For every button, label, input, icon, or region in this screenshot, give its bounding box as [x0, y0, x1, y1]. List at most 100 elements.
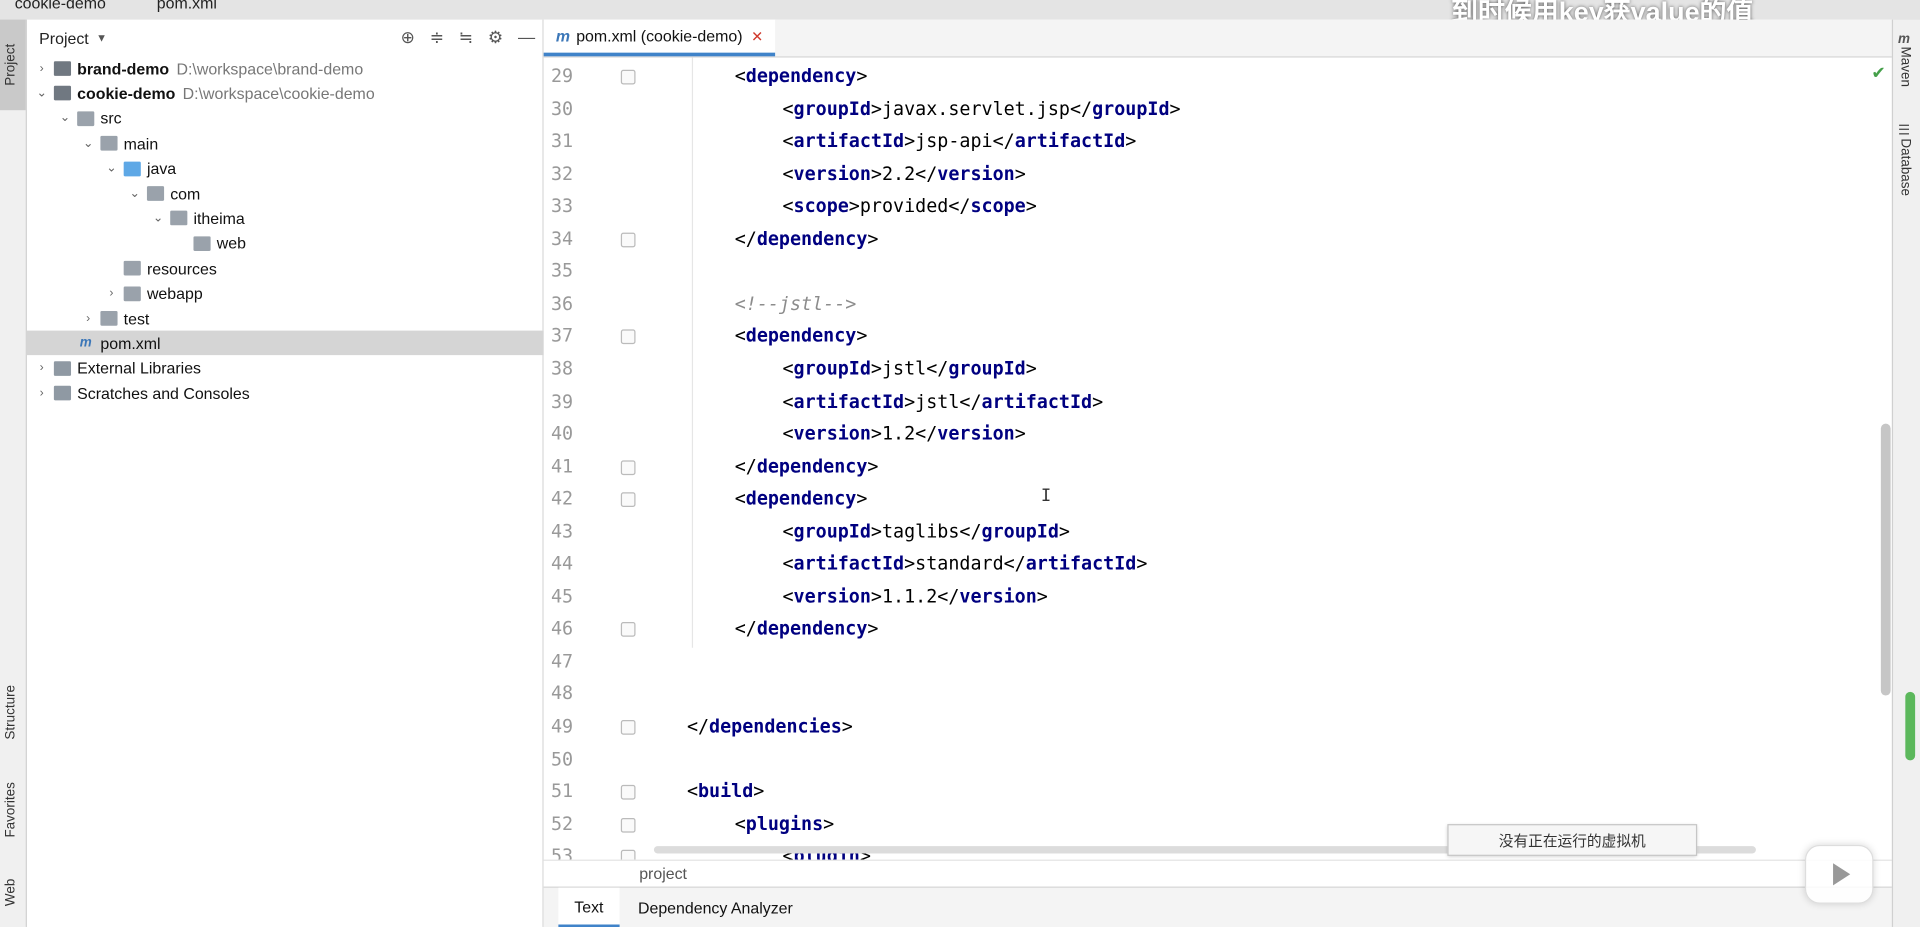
chevron-right-icon[interactable]: › [34, 387, 49, 400]
xml-tag-name: version [937, 162, 1015, 185]
xml-text: < [782, 520, 794, 543]
fold-marker-icon[interactable] [620, 459, 636, 475]
chevron-right-icon[interactable]: › [34, 362, 49, 375]
xml-text: > [856, 487, 868, 510]
tree-item-resources[interactable]: resources [27, 256, 620, 280]
xml-tag-name: groupId [1092, 97, 1170, 120]
code-line: <version>2.2</version> [782, 162, 1025, 186]
fold-marker-icon[interactable] [620, 329, 636, 345]
line-number: 50 [550, 747, 574, 770]
xml-text: > [1092, 390, 1104, 413]
editor-gutter: 29 30 31 32 33 34 35 36 37 38 39 40 41 42 43 44 45 46 47 48… [544, 58, 636, 872]
chevron-down-icon[interactable]: ⌄ [34, 87, 49, 100]
xml-text: < [782, 422, 794, 445]
tree-item-brand-demo[interactable]: › brand-demo D:\workspace\brand-demo [27, 56, 550, 80]
database-tool-tab[interactable]: ☰ Database [1897, 122, 1920, 196]
project-panel-header: Project ▼ ⊕ ≑ ≒ ⚙ — [27, 20, 543, 57]
maven-file-icon: m [555, 26, 571, 46]
tree-item-scratches-and-consoles[interactable]: › Scratches and Consoles [27, 381, 550, 405]
code-line: <groupId>taglibs</groupId> [782, 520, 1070, 544]
close-icon[interactable]: ✕ [751, 28, 763, 45]
gear-icon[interactable]: ⚙ [488, 28, 503, 45]
chevron-down-icon[interactable]: ⌄ [104, 162, 119, 175]
structure-tool-tab[interactable]: Structure [0, 656, 26, 744]
tree-item-external-libraries[interactable]: › External Libraries [27, 356, 550, 380]
project-view-selector[interactable]: Project [39, 29, 89, 47]
xml-tag-name: dependency [756, 227, 868, 250]
fold-marker-icon[interactable] [620, 232, 636, 248]
fold-marker-icon[interactable] [620, 817, 636, 833]
text-cursor: I [1040, 486, 1052, 506]
inspection-ok-icon[interactable]: ✔ [1871, 64, 1885, 84]
xml-tag-name: dependency [745, 324, 857, 348]
tree-item-main[interactable]: ⌄ main [27, 131, 596, 155]
breadcrumb-file[interactable]: pom.xml [157, 0, 217, 12]
xml-text: >jstl</ [904, 390, 982, 413]
line-number: 47 [550, 650, 574, 673]
chevron-down-icon[interactable]: ⌄ [127, 187, 142, 200]
xml-tag-name: plugins [745, 812, 824, 835]
xml-text: < [782, 162, 794, 185]
tree-item-java[interactable]: ⌄ java [27, 156, 620, 180]
target-icon[interactable]: ⊕ [401, 28, 415, 45]
xml-breadcrumb-project[interactable]: project [639, 864, 687, 882]
fold-marker-icon[interactable] [620, 69, 636, 85]
editor-tab-pom[interactable]: m pom.xml (cookie-demo) ✕ [543, 19, 776, 57]
fold-marker-icon[interactable] [620, 622, 636, 638]
chevron-down-icon[interactable]: ▼ [96, 32, 107, 44]
editor-tab-bar: m pom.xml (cookie-demo) ✕ ✔ [543, 19, 1894, 83]
tab-text[interactable]: Text [558, 887, 620, 927]
line-number: 49 [550, 715, 574, 738]
libraries-icon [53, 360, 72, 376]
favorites-tool-tab[interactable]: Favorites [0, 762, 26, 845]
fold-marker-icon[interactable] [620, 785, 636, 800]
tree-item-path: D:\workspace\brand-demo [176, 59, 364, 78]
code-view[interactable]: <dependency> <groupId>javax.servlet.jsp</… [637, 57, 1861, 872]
package-icon [170, 211, 188, 226]
chevron-right-icon[interactable]: › [104, 287, 119, 300]
module-folder-icon [53, 61, 72, 76]
tree-item-pom-xml[interactable]: m pom.xml [26, 331, 574, 356]
tree-item-label: pom.xml [100, 334, 161, 353]
chevron-right-icon[interactable]: › [34, 62, 49, 75]
tree-item-src[interactable]: ⌄ src [27, 106, 573, 130]
tree-item-label: itheima [193, 209, 245, 228]
tree-item-label: java [146, 159, 177, 178]
project-toolbar: ⊕ ≑ ≒ ⚙ — [401, 28, 535, 45]
database-icon: ☰ [1897, 123, 1911, 139]
chevron-down-icon[interactable]: ⌄ [151, 212, 166, 225]
xml-tag-name: dependency [745, 64, 857, 87]
fold-marker-icon[interactable] [620, 492, 636, 508]
fold-marker-icon[interactable] [620, 720, 636, 735]
project-panel: Project ▼ ⊕ ≑ ≒ ⚙ — › brand-demo D:\worksp… [26, 19, 574, 927]
hide-icon[interactable]: — [518, 28, 535, 45]
code-line: <artifactId>standard</artifactId> [782, 553, 1147, 577]
tab-dependency-analyzer[interactable]: Dependency Analyzer [622, 888, 809, 927]
expand-all-icon[interactable]: ≑ [430, 28, 444, 45]
chevron-down-icon[interactable]: ⌄ [81, 137, 96, 150]
chevron-down-icon[interactable]: ⌄ [58, 112, 73, 125]
code-line: <artifactId>jstl</artifactId> [782, 390, 1103, 414]
xml-text: < [782, 357, 794, 380]
xml-tag-name: scope [793, 194, 849, 217]
breadcrumb-project[interactable]: cookie-demo [15, 0, 106, 12]
project-tool-tab[interactable]: Project [0, 19, 26, 111]
tree-item-label: src [100, 109, 122, 128]
line-number: 39 [550, 390, 574, 413]
video-play-icon[interactable] [1804, 844, 1874, 904]
web-tool-tab[interactable]: Web [0, 860, 26, 909]
maven-tool-tab[interactable]: m Maven [1898, 32, 1920, 87]
tree-item-label: cookie-demo [77, 84, 176, 103]
xml-tag-name: artifactId [1025, 552, 1137, 575]
xml-text: >provided</ [848, 194, 971, 217]
xml-tag-name: version [793, 422, 871, 445]
chevron-right-icon[interactable]: › [81, 312, 96, 325]
line-number: 45 [550, 585, 574, 608]
vertical-scrollbar[interactable] [1880, 423, 1891, 696]
collapse-all-icon[interactable]: ≒ [459, 28, 473, 45]
tree-item-cookie-demo[interactable]: ⌄ cookie-demo D:\workspace\cookie-demo [27, 81, 550, 105]
xml-text: > [823, 812, 835, 835]
line-number: 38 [550, 357, 574, 380]
tree-item-test[interactable]: › test [27, 306, 596, 330]
tree-item-webapp[interactable]: › webapp [27, 281, 620, 305]
